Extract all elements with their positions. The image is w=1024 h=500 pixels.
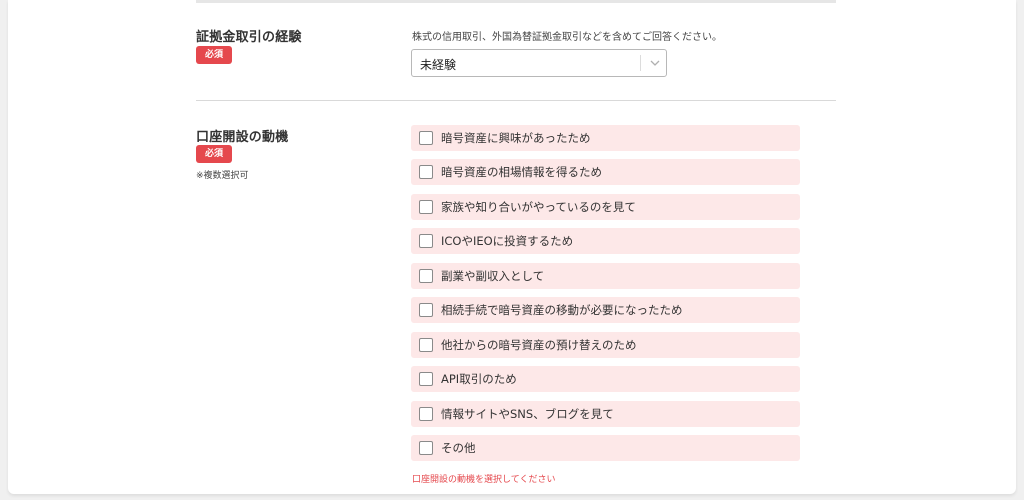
section-divider	[196, 100, 836, 101]
option-item[interactable]: 暗号資産の相場情報を得るため	[411, 159, 800, 185]
checkbox[interactable]	[419, 303, 433, 317]
select-separator	[640, 55, 641, 71]
experience-description: 株式の信用取引、外国為替証拠金取引などを含めてご回答ください。	[412, 32, 722, 43]
checkbox[interactable]	[419, 441, 433, 455]
checkbox[interactable]	[419, 338, 433, 352]
option-item[interactable]: その他	[411, 435, 800, 461]
experience-title: 証拠金取引の経験	[196, 30, 302, 45]
experience-required-badge: 必須	[196, 46, 232, 64]
option-label: その他	[441, 441, 476, 455]
multiple-select-note: ※複数選択可	[196, 171, 249, 181]
motivation-error-message: 口座開設の動機を選択してください	[412, 475, 556, 485]
motivation-required-badge: 必須	[196, 145, 232, 163]
option-label: 情報サイトやSNS、ブログを見て	[441, 407, 614, 421]
experience-select[interactable]: 未経験	[411, 49, 667, 77]
option-label: 相続手続で暗号資産の移動が必要になったため	[441, 303, 683, 317]
checkbox[interactable]	[419, 372, 433, 386]
checkbox[interactable]	[419, 165, 433, 179]
option-item[interactable]: 副業や副収入として	[411, 263, 800, 289]
option-label: ICOやIEOに投資するため	[441, 234, 574, 248]
motivation-title: 口座開設の動機	[196, 130, 289, 145]
option-item[interactable]: 暗号資産に興味があったため	[411, 125, 800, 151]
option-item[interactable]: 情報サイトやSNS、ブログを見て	[411, 401, 800, 427]
chevron-down-icon[interactable]	[648, 56, 662, 70]
option-label: 暗号資産の相場情報を得るため	[441, 165, 602, 179]
checkbox[interactable]	[419, 269, 433, 283]
option-label: 家族や知り合いがやっているのを見て	[441, 200, 636, 214]
option-item[interactable]: 相続手続で暗号資産の移動が必要になったため	[411, 297, 800, 323]
option-item[interactable]: ICOやIEOに投資するため	[411, 228, 800, 254]
checkbox[interactable]	[419, 131, 433, 145]
checkbox[interactable]	[419, 234, 433, 248]
checkbox[interactable]	[419, 200, 433, 214]
option-label: 他社からの暗号資産の預け替えのため	[441, 338, 637, 352]
experience-select-value: 未経験	[420, 58, 457, 72]
top-divider	[196, 0, 836, 3]
option-label: 暗号資産に興味があったため	[441, 131, 591, 145]
checkbox[interactable]	[419, 407, 433, 421]
option-item[interactable]: 他社からの暗号資産の預け替えのため	[411, 332, 800, 358]
form-card: 証拠金取引の経験 必須 株式の信用取引、外国為替証拠金取引などを含めてご回答くだ…	[8, 0, 1016, 494]
option-item[interactable]: API取引のため	[411, 366, 800, 392]
option-label: 副業や副収入として	[441, 269, 545, 283]
option-item[interactable]: 家族や知り合いがやっているのを見て	[411, 194, 800, 220]
option-label: API取引のため	[441, 372, 517, 386]
